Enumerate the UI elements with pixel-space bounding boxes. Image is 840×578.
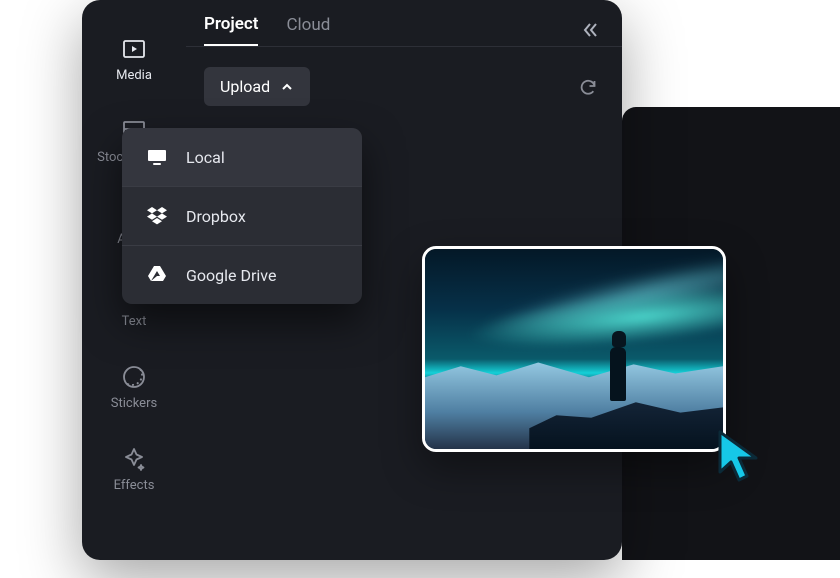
tabs: Project Cloud [186,0,622,46]
sidebar-item-label: Stickers [111,396,157,411]
sidebar-item-label: Text [122,314,147,329]
sidebar-item-label: Effects [114,478,155,493]
dropbox-icon [146,205,168,227]
cursor-pointer-icon [714,428,770,484]
upload-option-label: Dropbox [186,207,246,226]
tab-cloud[interactable]: Cloud [286,15,330,45]
effects-icon [121,446,147,472]
upload-option-label: Local [186,148,225,167]
upload-dropdown: Local Dropbox Google Drive [122,128,362,304]
sidebar-item-effects[interactable]: Effects [82,428,186,510]
media-icon [121,36,147,62]
google-drive-icon [146,264,168,286]
chevron-up-icon [280,80,294,94]
upload-option-label: Google Drive [186,266,276,285]
toolbar: Upload [186,47,622,126]
tab-project[interactable]: Project [204,14,258,46]
local-icon [146,146,168,168]
upload-option-google-drive[interactable]: Google Drive [122,245,362,304]
sidebar-item-label: Media [116,68,152,83]
media-thumbnail[interactable] [422,246,726,452]
upload-option-local[interactable]: Local [122,128,362,186]
sidebar-item-media[interactable]: Media [82,18,186,100]
stickers-icon [121,364,147,390]
upload-button[interactable]: Upload [204,67,310,106]
sidebar-item-stickers[interactable]: Stickers [82,346,186,428]
refresh-button[interactable] [572,71,604,103]
upload-option-dropbox[interactable]: Dropbox [122,186,362,245]
collapse-panel-button[interactable] [576,16,604,44]
upload-button-label: Upload [220,77,270,96]
